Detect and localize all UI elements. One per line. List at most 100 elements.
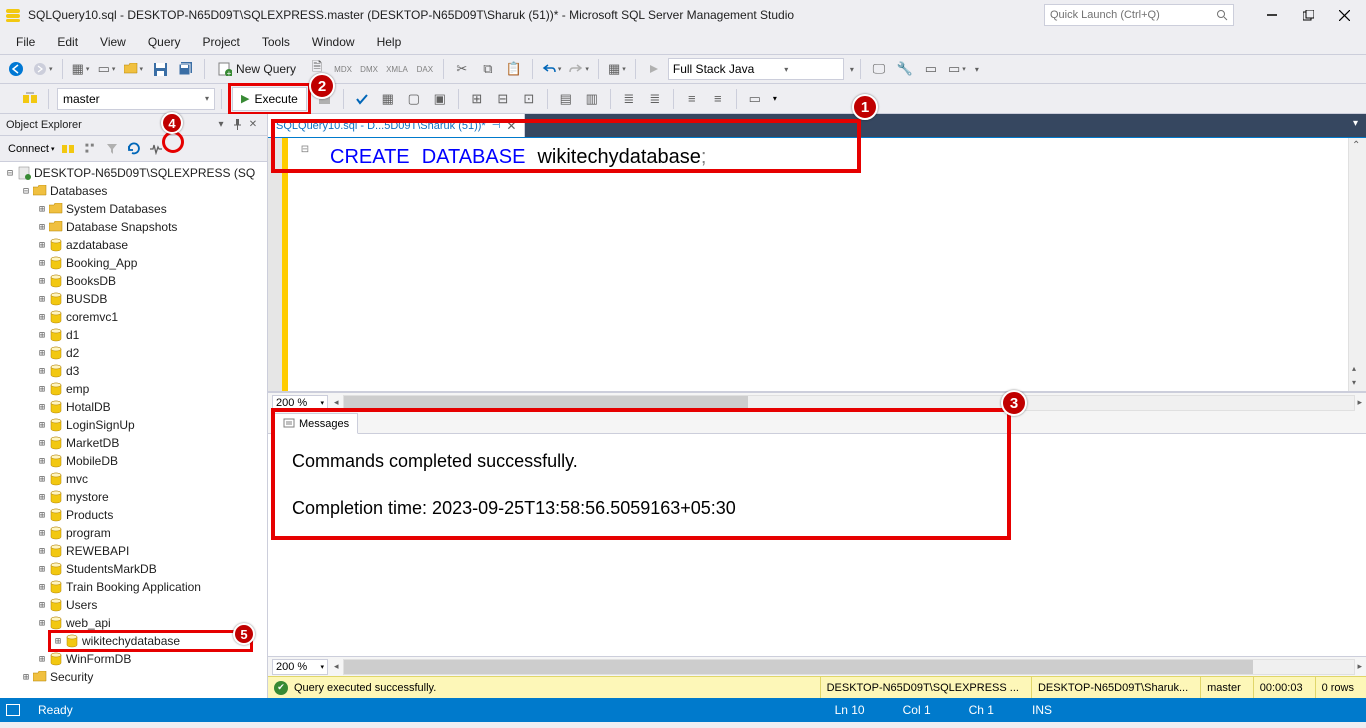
menu-view[interactable]: View: [90, 32, 136, 52]
scroll-right-icon[interactable]: ▸: [1357, 397, 1362, 408]
menu-project[interactable]: Project: [193, 32, 250, 52]
connect-button[interactable]: Connect▾: [4, 143, 57, 155]
solution-config-combo[interactable]: Full Stack Java▾: [668, 58, 844, 80]
tree-item[interactable]: ⊞REWEBAPI: [0, 542, 267, 560]
cut-button[interactable]: ✂: [450, 57, 474, 81]
close-tab-icon[interactable]: ✕: [506, 119, 516, 133]
menu-edit[interactable]: Edit: [47, 32, 88, 52]
mdx-icon[interactable]: MDX: [331, 57, 355, 81]
tree-item[interactable]: ⊞Booking_App: [0, 254, 267, 272]
pin-tab-icon[interactable]: ⊣: [492, 120, 501, 131]
minimize-button[interactable]: [1254, 3, 1290, 27]
object-explorer-tree[interactable]: ⊟DESKTOP-N65D09T\SQLEXPRESS (SQ⊟Database…: [0, 162, 267, 698]
display-plan-icon[interactable]: ▦: [376, 87, 400, 111]
tree-item[interactable]: ⊟DESKTOP-N65D09T\SQLEXPRESS (SQ: [0, 164, 267, 182]
nav-back-button[interactable]: [4, 57, 28, 81]
tree-item[interactable]: ⊞HotalDB: [0, 398, 267, 416]
activity-icon[interactable]: [145, 138, 167, 160]
tree-item-highlighted[interactable]: ⊞wikitechydatabase: [50, 632, 251, 650]
tree-item[interactable]: ⊞Security: [0, 668, 267, 686]
tree-item[interactable]: ⊞web_api: [0, 614, 267, 632]
fold-icon[interactable]: ⊟: [288, 138, 322, 391]
registered-servers-icon[interactable]: 🖵: [867, 57, 891, 81]
menu-tools[interactable]: Tools: [252, 32, 300, 52]
scroll-left-icon[interactable]: ◂: [334, 397, 339, 408]
tree-item[interactable]: ⊞Train Booking Application: [0, 578, 267, 596]
window-position-icon[interactable]: ▾: [213, 117, 229, 133]
tree-item[interactable]: ⊞BooksDB: [0, 272, 267, 290]
tree-item[interactable]: ⊞azdatabase: [0, 236, 267, 254]
activity-monitor-button[interactable]: ▦▾: [605, 57, 629, 81]
code-content[interactable]: CREATE DATABASE wikitechydatabase;: [322, 138, 1348, 391]
tool-icon-3[interactable]: ▭: [919, 57, 943, 81]
tree-item[interactable]: ⊞Users: [0, 596, 267, 614]
zoom-combo-2[interactable]: 200 %▾: [272, 659, 328, 675]
new-solution-button[interactable]: ▦▾: [69, 57, 93, 81]
menu-help[interactable]: Help: [367, 32, 412, 52]
copy-button[interactable]: ⧉: [476, 57, 500, 81]
results-text-icon[interactable]: ⊟: [491, 87, 515, 111]
tree-item[interactable]: ⊞d1: [0, 326, 267, 344]
include-plan-icon[interactable]: ▣: [428, 87, 452, 111]
tree-item[interactable]: ⊞LoginSignUp: [0, 416, 267, 434]
open-file-button[interactable]: ▾: [121, 57, 147, 81]
new-button[interactable]: ▭▾: [95, 57, 119, 81]
execute-button[interactable]: ▶Execute: [232, 87, 307, 111]
tree-item[interactable]: ⊞d3: [0, 362, 267, 380]
editor-tab[interactable]: SQLQuery10.sql - D...5D09T\Sharuk (51))*…: [268, 114, 525, 137]
tree-item[interactable]: ⊞emp: [0, 380, 267, 398]
messages-content[interactable]: Commands completed successfully. Complet…: [268, 434, 1366, 656]
tool-icon-2[interactable]: 🔧: [893, 57, 917, 81]
maximize-button[interactable]: [1290, 3, 1326, 27]
tree-item[interactable]: ⊞mystore: [0, 488, 267, 506]
horizontal-scrollbar-2[interactable]: [343, 659, 1356, 675]
menu-file[interactable]: File: [6, 32, 45, 52]
messages-tab[interactable]: Messages: [274, 413, 358, 434]
uncomment-icon[interactable]: ▥: [580, 87, 604, 111]
dmx-icon[interactable]: DMX: [357, 57, 381, 81]
dax-icon[interactable]: DAX: [413, 57, 437, 81]
pin-icon[interactable]: [229, 117, 245, 133]
tool-icon-4[interactable]: ▭▾: [945, 57, 969, 81]
horizontal-scrollbar[interactable]: [343, 395, 1356, 411]
tree-item[interactable]: ⊞Database Snapshots: [0, 218, 267, 236]
results-grid-icon[interactable]: ⊞: [465, 87, 489, 111]
comment-icon[interactable]: ▤: [554, 87, 578, 111]
database-combo[interactable]: master▾: [57, 88, 215, 110]
redo-button[interactable]: ▾: [566, 57, 592, 81]
quick-launch-input[interactable]: Quick Launch (Ctrl+Q): [1044, 4, 1234, 26]
save-button[interactable]: [148, 57, 172, 81]
specify-values-icon-2[interactable]: ≡: [706, 87, 730, 111]
nav-fwd-button[interactable]: ▾: [30, 57, 56, 81]
outdent-icon[interactable]: ≣: [643, 87, 667, 111]
tab-dropdown-icon[interactable]: ▾: [1345, 114, 1366, 133]
results-file-icon[interactable]: ⊡: [517, 87, 541, 111]
debug-target-icon[interactable]: [642, 57, 666, 81]
menu-window[interactable]: Window: [302, 32, 365, 52]
tree-item[interactable]: ⊞BUSDB: [0, 290, 267, 308]
tree-item[interactable]: ⊟Databases: [0, 182, 267, 200]
close-panel-icon[interactable]: ✕: [245, 117, 261, 133]
filter-icon[interactable]: [101, 138, 123, 160]
tree-item[interactable]: ⊞System Databases: [0, 200, 267, 218]
tree-item[interactable]: ⊞mvc: [0, 470, 267, 488]
specify-values-icon[interactable]: ≡: [680, 87, 704, 111]
paste-button[interactable]: 📋: [502, 57, 526, 81]
undo-button[interactable]: ▾: [539, 57, 565, 81]
tree-item[interactable]: ⊞MobileDB: [0, 452, 267, 470]
tree-item[interactable]: ⊞coremvc1: [0, 308, 267, 326]
tree-item[interactable]: ⊞MarketDB: [0, 434, 267, 452]
tree-item[interactable]: ⊞Products: [0, 506, 267, 524]
query-options-icon[interactable]: ▢: [402, 87, 426, 111]
tree-item[interactable]: ⊞WinFormDB: [0, 650, 267, 668]
save-all-button[interactable]: [174, 57, 198, 81]
stop-icon[interactable]: ■ ■■: [79, 138, 101, 160]
disconnect-icon[interactable]: [57, 138, 79, 160]
indent-icon[interactable]: ≣: [617, 87, 641, 111]
vertical-scrollbar[interactable]: ⌃▴▾: [1348, 138, 1366, 391]
parse-button[interactable]: [350, 87, 374, 111]
refresh-button[interactable]: [123, 138, 145, 160]
xmla-icon[interactable]: XMLA: [383, 57, 411, 81]
tree-item[interactable]: ⊞program: [0, 524, 267, 542]
tree-item[interactable]: ⊞StudentsMarkDB: [0, 560, 267, 578]
